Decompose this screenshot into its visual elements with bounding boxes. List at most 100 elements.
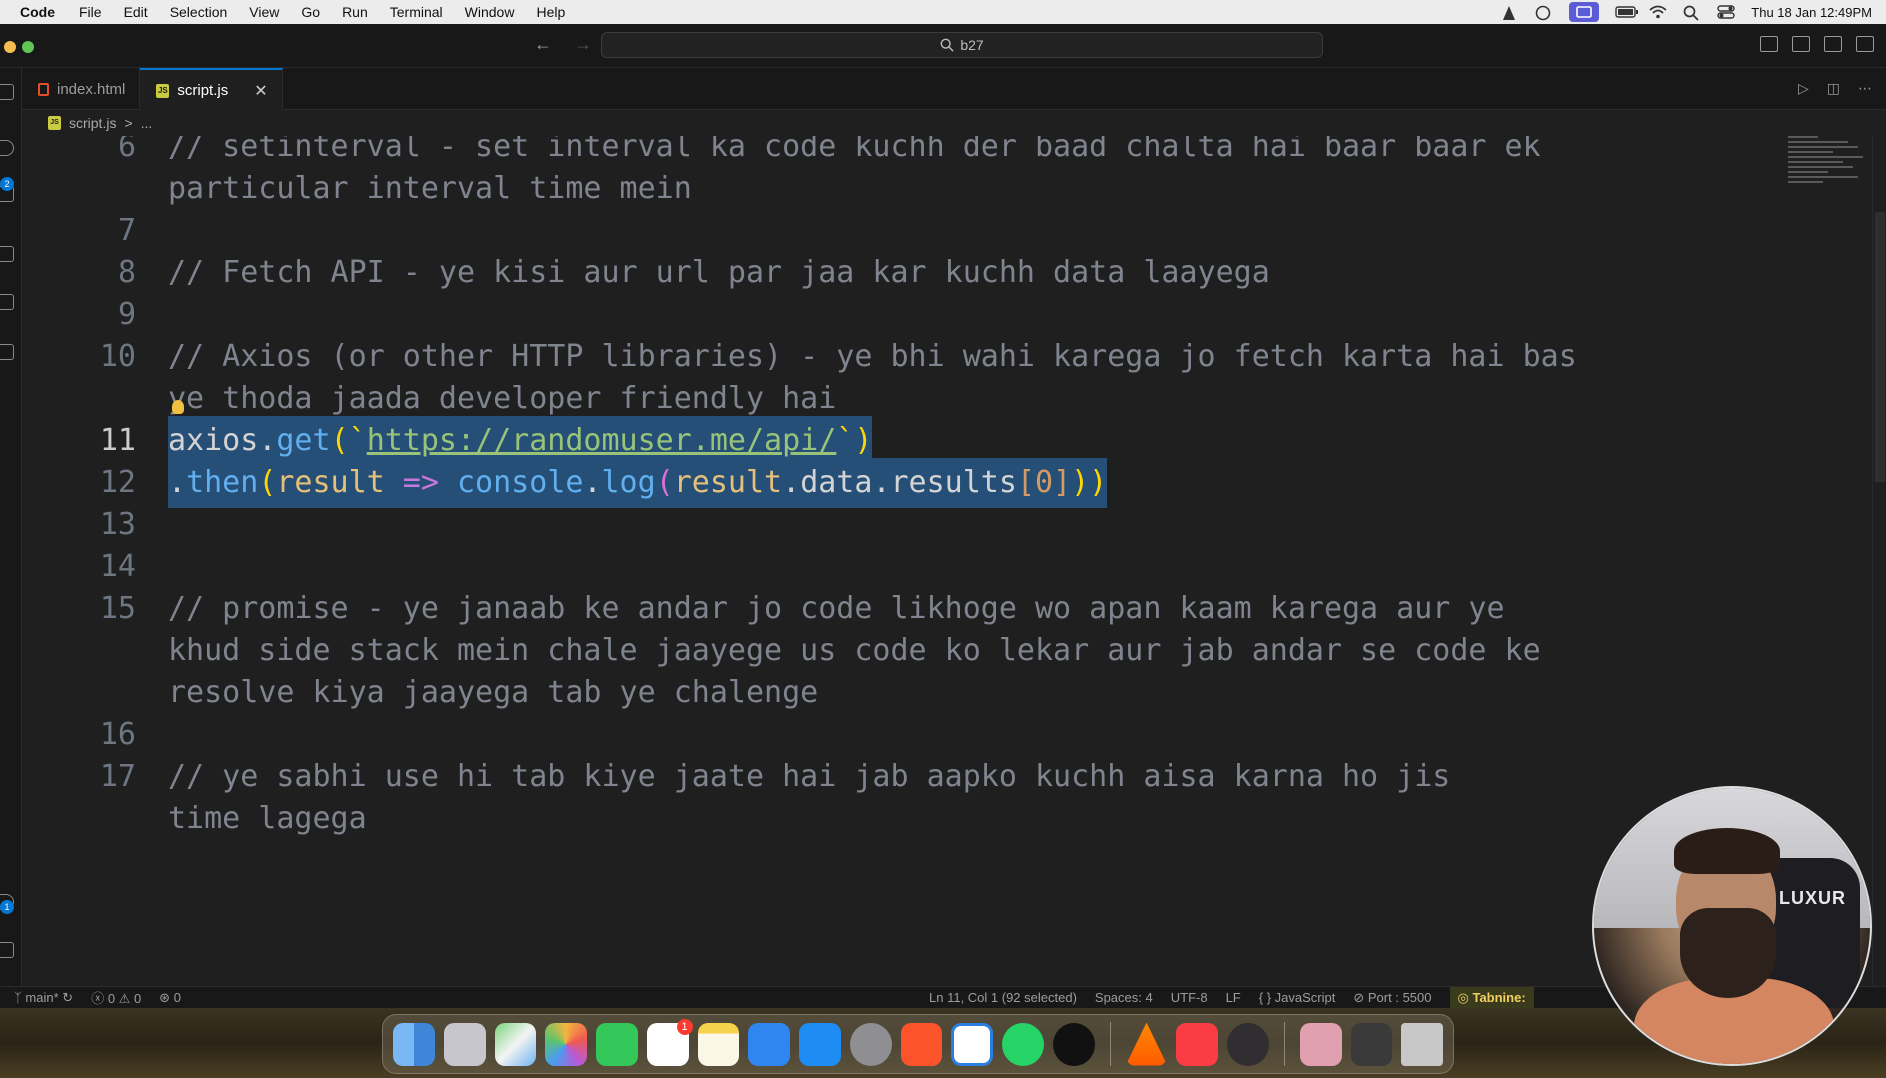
reminders-badge: 1	[676, 1018, 693, 1035]
tab-label: index.html	[57, 80, 126, 98]
run-icon[interactable]: ▷	[1798, 80, 1809, 97]
run-debug-icon[interactable]	[0, 246, 14, 262]
vertical-scrollbar[interactable]	[1872, 136, 1886, 990]
workspace-name: b27	[960, 37, 984, 53]
menu-edit[interactable]: Edit	[124, 4, 148, 20]
photos-icon[interactable]	[545, 1022, 587, 1066]
obs-icon[interactable]	[1227, 1022, 1269, 1066]
control-center-icon[interactable]	[1717, 5, 1735, 19]
toggle-primary-sidebar-icon[interactable]	[1760, 36, 1778, 52]
dock-separator	[1109, 1022, 1111, 1066]
reminders-icon[interactable]: 1	[646, 1018, 693, 1066]
obs-menu-icon[interactable]	[1535, 5, 1553, 21]
macos-dock: 1	[382, 1014, 1454, 1074]
window-controls	[4, 41, 34, 53]
finder-icon[interactable]	[393, 1022, 435, 1066]
source-control-badge: 2	[0, 177, 14, 191]
customize-layout-icon[interactable]	[1856, 36, 1874, 52]
trash-icon[interactable]	[1401, 1022, 1444, 1066]
vlc-menu-icon[interactable]	[1501, 5, 1519, 20]
command-center-search[interactable]: b27	[601, 32, 1323, 58]
problems-status[interactable]: ⓧ 0 ⚠ 0	[91, 988, 141, 1007]
menu-help[interactable]: Help	[536, 4, 565, 20]
tab-index-html[interactable]: index.html	[22, 68, 141, 110]
maps-icon[interactable]	[494, 1022, 537, 1066]
scrollbar-thumb[interactable]	[1875, 212, 1885, 482]
app-store-icon[interactable]	[799, 1022, 841, 1066]
dock-separator	[1283, 1022, 1285, 1066]
editor-tabs: index.html JS script.js ✕ ▷ ◫ ⋯	[22, 68, 1886, 111]
spotlight-search-icon[interactable]	[1683, 5, 1701, 21]
status-bar: ᛉ main* ↻ ⓧ 0 ⚠ 0 ⊛ 0 Ln 11, Col 1 (92 s…	[0, 986, 1886, 1009]
menu-view[interactable]: View	[249, 4, 279, 20]
html-file-icon	[38, 82, 49, 96]
search-view-icon[interactable]	[0, 140, 14, 156]
launchpad-icon[interactable]	[443, 1022, 486, 1066]
split-editor-icon[interactable]: ◫	[1827, 80, 1840, 97]
notes-icon[interactable]	[697, 1022, 740, 1066]
breadcrumb-separator: >	[124, 115, 133, 131]
vlc-icon[interactable]	[1125, 1022, 1168, 1066]
zoom-button[interactable]	[22, 41, 34, 53]
brave-icon[interactable]	[900, 1022, 943, 1066]
breadcrumb-rest[interactable]: ...	[141, 115, 153, 131]
branch-status[interactable]: ᛉ main* ↻	[14, 990, 73, 1006]
app-menu-code[interactable]: Code	[20, 4, 55, 20]
webcam-overlay: LUXUR	[1592, 786, 1872, 1066]
code-editor[interactable]: 6 // setinterval - set interval ka code …	[22, 136, 1868, 990]
tabnine-status[interactable]: ◎ Tabnine:	[1449, 986, 1534, 1009]
battery-icon[interactable]	[1615, 5, 1639, 19]
menu-run[interactable]: Run	[342, 4, 368, 20]
language-mode[interactable]: { } JavaScript	[1259, 990, 1336, 1005]
indentation-status[interactable]: Spaces: 4	[1095, 990, 1153, 1005]
screen-mirroring-icon[interactable]	[1569, 2, 1600, 22]
lightbulb-icon[interactable]	[172, 400, 184, 414]
js-file-icon: JS	[48, 116, 61, 130]
desktop-background: 1	[0, 1008, 1886, 1078]
live-server-port[interactable]: ⊘ Port : 5500	[1353, 990, 1431, 1006]
ports-status[interactable]: ⊛ 0	[159, 990, 181, 1006]
breadcrumb: JS script.js > ...	[22, 110, 1862, 136]
window-title-bar: ← → b27	[0, 24, 1886, 68]
manage-gear-icon[interactable]	[0, 942, 14, 958]
forward-arrow-icon[interactable]: →	[574, 34, 592, 55]
vscode-icon[interactable]	[951, 1022, 994, 1066]
minimize-button[interactable]	[4, 41, 16, 53]
facetime-icon[interactable]	[596, 1022, 638, 1066]
remote-explorer-icon[interactable]	[0, 344, 14, 360]
whatsapp-icon[interactable]	[1002, 1022, 1044, 1066]
menu-selection[interactable]: Selection	[170, 4, 228, 20]
extensions-icon[interactable]	[0, 294, 14, 310]
encoding-status[interactable]: UTF-8	[1171, 990, 1208, 1005]
preview-icon[interactable]	[1299, 1022, 1342, 1066]
accounts-badge: 1	[0, 900, 14, 914]
system-settings-icon[interactable]	[849, 1022, 892, 1066]
wifi-icon[interactable]	[1649, 5, 1667, 19]
macos-menu-bar: Code File Edit Selection View Go Run Ter…	[0, 0, 1886, 24]
cursor-position[interactable]: Ln 11, Col 1 (92 selected)	[929, 990, 1077, 1005]
breadcrumb-file[interactable]: script.js	[69, 115, 116, 131]
code-line-17-wrap: time lagega	[22, 794, 1822, 844]
explorer-icon[interactable]	[0, 84, 14, 100]
keynote-icon[interactable]	[748, 1022, 790, 1066]
more-actions-icon[interactable]: ⋯	[1858, 80, 1872, 97]
tab-script-js[interactable]: JS script.js ✕	[140, 68, 283, 111]
back-arrow-icon[interactable]: ←	[534, 34, 552, 55]
menu-go[interactable]: Go	[301, 4, 320, 20]
menu-window[interactable]: Window	[465, 4, 515, 20]
js-file-icon: JS	[156, 83, 170, 98]
toggle-secondary-sidebar-icon[interactable]	[1824, 36, 1842, 52]
music-icon[interactable]	[1176, 1022, 1219, 1066]
toggle-panel-icon[interactable]	[1792, 36, 1810, 52]
eol-status[interactable]: LF	[1226, 990, 1241, 1005]
search-icon	[940, 38, 954, 52]
github-icon[interactable]	[1052, 1022, 1095, 1066]
tab-label: script.js	[177, 82, 229, 99]
menu-file[interactable]: File	[79, 4, 102, 20]
minimap[interactable]	[1788, 136, 1868, 206]
chair-brand-text: LUXUR	[1779, 888, 1846, 908]
screenshots-icon[interactable]	[1350, 1022, 1393, 1066]
menubar-datetime[interactable]: Thu 18 Jan 12:49PM	[1751, 5, 1872, 20]
menu-terminal[interactable]: Terminal	[390, 4, 443, 20]
close-icon[interactable]: ✕	[254, 81, 267, 101]
